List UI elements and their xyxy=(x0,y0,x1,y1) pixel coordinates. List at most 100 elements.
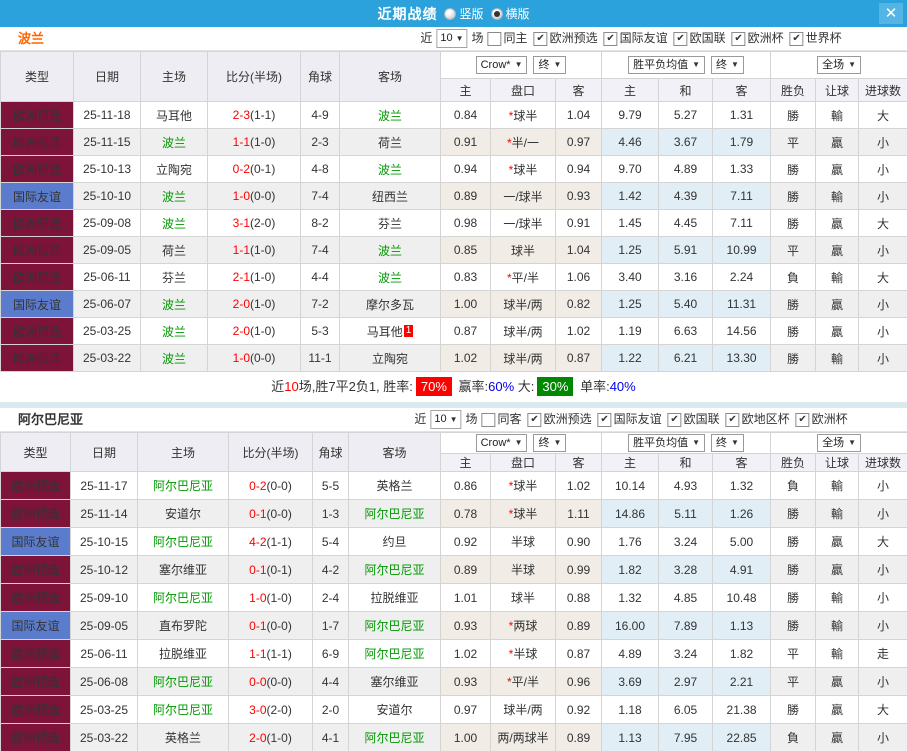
same-venue-checkbox[interactable]: 同客 xyxy=(482,408,522,431)
checkbox-checked-icon: ✔ xyxy=(668,413,682,427)
result-handicap-cell: 贏 xyxy=(816,210,859,237)
odds-home-cell: 0.93 xyxy=(441,612,491,640)
match-type-cell: 国际友谊 xyxy=(1,291,74,318)
league-checkbox-poland-3[interactable]: ✔欧洲杯 xyxy=(732,27,784,50)
avg-away-cell: 1.26 xyxy=(713,500,771,528)
away-team-cell: 塞尔维亚 xyxy=(349,668,441,696)
league-checkbox-albania-3[interactable]: ✔欧地区杯 xyxy=(726,408,790,431)
matches-table-albania: 类型日期主场比分(半场)角球客场 Crow*▼终▼ 胜平负均值▼终▼ 全场▼ 主… xyxy=(0,432,907,752)
col-header-0: 类型 xyxy=(1,52,74,102)
odds-away-cell: 0.91 xyxy=(556,210,602,237)
away-team-cell: 阿尔巴尼亚 xyxy=(349,640,441,668)
wdl-stage-select[interactable]: 终▼ xyxy=(711,434,744,452)
scope-select[interactable]: 全场▼ xyxy=(817,56,861,74)
corners-cell: 11-1 xyxy=(301,345,340,372)
wdl-average-select[interactable]: 胜平负均值▼ xyxy=(628,56,705,74)
scope-select[interactable]: 全场▼ xyxy=(817,434,861,452)
layout-radio-vertical[interactable]: 竖版 xyxy=(444,5,483,22)
result-goals-cell: 大 xyxy=(859,528,907,556)
league-checkbox-poland-0[interactable]: ✔欧洲预选 xyxy=(534,27,598,50)
league-checkbox-albania-4[interactable]: ✔欧洲杯 xyxy=(796,408,848,431)
match-row: 欧洲预选 25-03-25 阿尔巴尼亚 3-0(2-0) 2-0 安道尔 0.9… xyxy=(1,696,907,724)
sub-col-header: 盘口 xyxy=(491,454,556,472)
odds-stage-select[interactable]: 终▼ xyxy=(533,434,566,452)
date-cell: 25-06-11 xyxy=(74,264,141,291)
summary-part: 近 xyxy=(271,379,284,394)
handicap-cell: 半球 xyxy=(491,556,556,584)
team-name-albania: 阿尔巴尼亚 xyxy=(18,408,83,431)
match-row: 国际友谊 25-10-10 波兰 1-0(0-0) 7-4 纽西兰 0.89 一… xyxy=(1,183,907,210)
date-cell: 25-11-17 xyxy=(71,472,138,500)
avg-home-cell: 9.70 xyxy=(602,156,659,183)
chevron-down-icon: ▼ xyxy=(848,436,856,450)
odds-home-cell: 0.89 xyxy=(441,556,491,584)
avg-draw-cell: 6.21 xyxy=(659,345,713,372)
match-count-select[interactable]: 10▼ xyxy=(436,29,467,48)
home-team-cell: 荷兰 xyxy=(141,237,208,264)
avg-draw-cell: 4.89 xyxy=(659,156,713,183)
date-cell: 25-11-18 xyxy=(74,102,141,129)
close-icon[interactable]: ✕ xyxy=(879,3,903,24)
wdl-header-cell: 胜平负均值▼ 终▼ xyxy=(602,52,771,79)
home-team-cell: 阿尔巴尼亚 xyxy=(138,472,229,500)
result-wdl-cell: 勝 xyxy=(771,291,816,318)
odds-home-cell: 1.01 xyxy=(441,584,491,612)
checkbox-checked-icon: ✔ xyxy=(674,32,688,46)
home-team-cell: 拉脱维亚 xyxy=(138,640,229,668)
match-type-cell: 欧洲预选 xyxy=(1,696,71,724)
league-checkbox-albania-2[interactable]: ✔欧国联 xyxy=(668,408,720,431)
match-row: 欧洲预选 25-11-14 安道尔 0-1(0-0) 1-3 阿尔巴尼亚 0.7… xyxy=(1,500,907,528)
home-team-cell: 立陶宛 xyxy=(141,156,208,183)
date-cell: 25-10-15 xyxy=(71,528,138,556)
league-checkbox-poland-1[interactable]: ✔国际友谊 xyxy=(604,27,668,50)
result-wdl-cell: 勝 xyxy=(771,528,816,556)
league-checkbox-albania-0[interactable]: ✔欧洲预选 xyxy=(528,408,592,431)
result-wdl-cell: 平 xyxy=(771,129,816,156)
match-row: 国际友谊 25-09-05 直布罗陀 0-1(0-0) 1-7 阿尔巴尼亚 0.… xyxy=(1,612,907,640)
corners-cell: 7-2 xyxy=(301,291,340,318)
match-type-cell: 国际友谊 xyxy=(1,528,71,556)
league-checkbox-albania-1[interactable]: ✔国际友谊 xyxy=(598,408,662,431)
result-wdl-cell: 勝 xyxy=(771,156,816,183)
handicap-cell: *平/半 xyxy=(491,264,556,291)
match-type-cell: 欧洲预选 xyxy=(1,724,71,752)
wdl-stage-select[interactable]: 终▼ xyxy=(711,56,744,74)
home-team-cell: 芬兰 xyxy=(141,264,208,291)
layout-radio-horizontal[interactable]: 横版 xyxy=(491,5,530,22)
league-checkbox-poland-2[interactable]: ✔欧国联 xyxy=(674,27,726,50)
match-count-select[interactable]: 10▼ xyxy=(430,410,461,429)
result-goals-cell: 小 xyxy=(859,612,907,640)
wdl-average-select[interactable]: 胜平负均值▼ xyxy=(628,434,705,452)
corners-cell: 6-9 xyxy=(313,640,349,668)
summary-part: 10 xyxy=(284,379,298,394)
corners-cell: 7-4 xyxy=(301,237,340,264)
chevron-down-icon: ▼ xyxy=(515,58,523,72)
league-checkbox-poland-4[interactable]: ✔世界杯 xyxy=(790,27,842,50)
odds-stage-select[interactable]: 终▼ xyxy=(533,56,566,74)
odds-company-select[interactable]: Crow*▼ xyxy=(476,56,528,74)
handicap-star-icon: * xyxy=(507,271,512,285)
score-cell: 4-2(1-1) xyxy=(229,528,313,556)
odds-home-cell: 1.02 xyxy=(441,345,491,372)
result-wdl-cell: 勝 xyxy=(771,210,816,237)
match-row: 欧洲预选 25-11-18 马耳他 2-3(1-1) 4-9 波兰 0.84 *… xyxy=(1,102,907,129)
odds-away-cell: 0.97 xyxy=(556,129,602,156)
odds-home-cell: 0.78 xyxy=(441,500,491,528)
same-venue-label: 同客 xyxy=(498,408,522,431)
date-cell: 25-10-12 xyxy=(71,556,138,584)
col-header-0: 类型 xyxy=(1,433,71,472)
date-cell: 25-11-14 xyxy=(71,500,138,528)
away-team-cell: 纽西兰 xyxy=(340,183,441,210)
handicap-cell: *球半 xyxy=(491,102,556,129)
odds-away-cell: 0.93 xyxy=(556,183,602,210)
avg-draw-cell: 4.93 xyxy=(659,472,713,500)
home-team-cell: 塞尔维亚 xyxy=(138,556,229,584)
odds-company-select[interactable]: Crow*▼ xyxy=(476,434,528,452)
same-venue-checkbox[interactable]: 同主 xyxy=(488,27,528,50)
title-group: 近期战绩 竖版 横版 xyxy=(377,4,529,24)
avg-draw-cell: 5.40 xyxy=(659,291,713,318)
handicap-cell: *半球 xyxy=(491,640,556,668)
odds-away-cell: 0.89 xyxy=(556,612,602,640)
avg-home-cell: 1.25 xyxy=(602,237,659,264)
result-wdl-cell: 負 xyxy=(771,472,816,500)
